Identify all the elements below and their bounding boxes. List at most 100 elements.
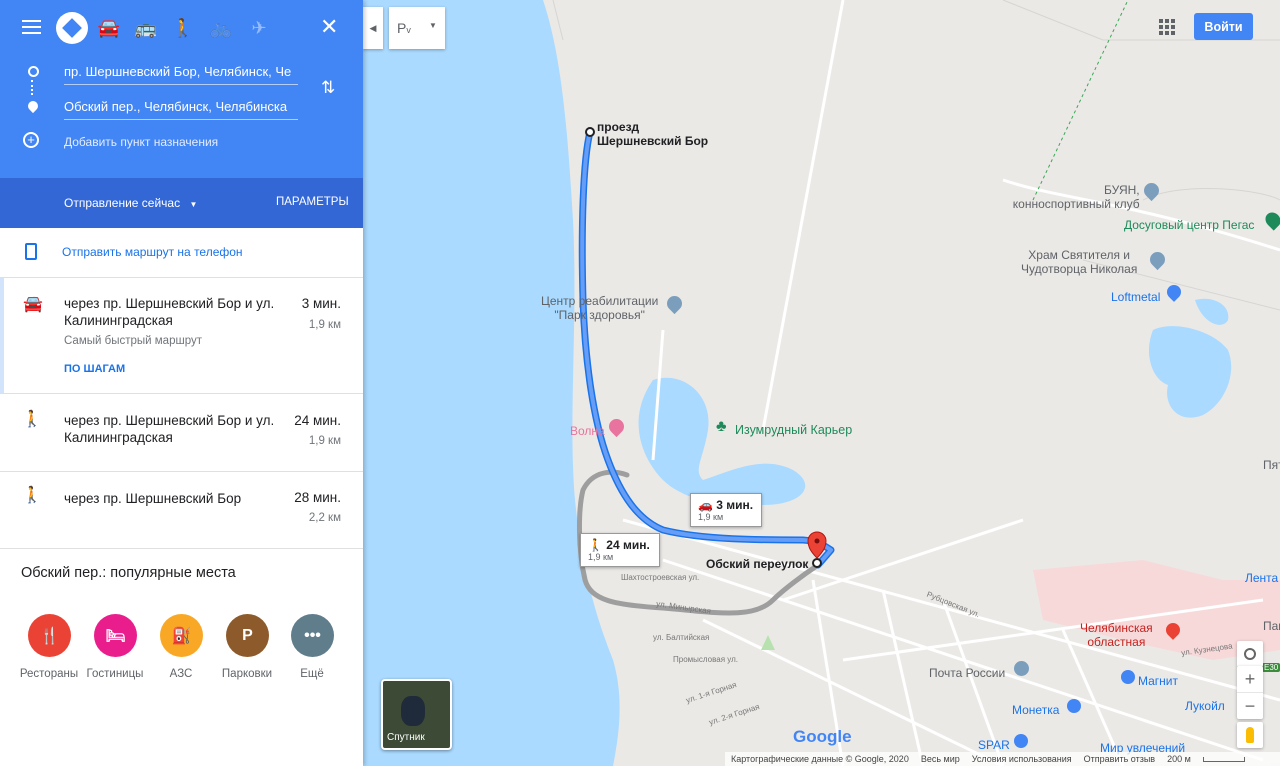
route-time: 28 мин. bbox=[294, 490, 341, 505]
restaurants-button[interactable]: 🍴 bbox=[28, 614, 71, 657]
map-canvas[interactable]: проезд Шершневский Бор Обский переулок Б… bbox=[363, 0, 1280, 766]
airplane-icon: ✈ bbox=[251, 18, 267, 38]
tree-icon: ♣ bbox=[716, 418, 727, 435]
steps-link[interactable]: ПО ШАГАМ bbox=[64, 363, 125, 375]
satellite-toggle[interactable]: Спутник bbox=[381, 679, 452, 750]
route-distance: 1,9 км bbox=[308, 319, 341, 331]
add-destination-link[interactable]: Добавить пункт назначения bbox=[64, 135, 218, 149]
poi-spar[interactable]: SPAR bbox=[978, 738, 1010, 752]
options-bar: Отправление сейчас ▼ ПАРАМЕТРЫ bbox=[0, 178, 363, 228]
poi-loftmetal[interactable]: Loftmetal bbox=[1111, 290, 1160, 304]
chevron-left-icon: ◀ bbox=[369, 22, 377, 33]
walk-route-callout[interactable]: 🚶 24 мин. 1,9 км bbox=[580, 533, 660, 567]
moneta-icon bbox=[1067, 699, 1081, 713]
origin-marker bbox=[585, 127, 595, 137]
map-graphics bbox=[363, 0, 1280, 766]
chevron-down-icon: ▼ bbox=[429, 21, 437, 30]
route-note: Самый быстрый маршрут bbox=[64, 335, 202, 347]
send-to-phone-row[interactable]: Отправить маршрут на телефон bbox=[0, 228, 363, 278]
hotels-button[interactable]: 🛏 bbox=[94, 614, 137, 657]
send-to-phone-label: Отправить маршрут на телефон bbox=[62, 245, 243, 259]
more-dots-icon: ••• bbox=[304, 626, 321, 644]
collapse-panel-button[interactable]: ◀ bbox=[363, 7, 383, 49]
menu-icon bbox=[22, 20, 41, 34]
destination-dot bbox=[812, 558, 822, 568]
bicycle-icon: 🚲 bbox=[209, 18, 233, 38]
zoom-out-button[interactable]: − bbox=[1237, 693, 1263, 719]
mode-flight-button[interactable]: ✈ bbox=[243, 12, 275, 44]
my-location-button[interactable] bbox=[1237, 641, 1263, 667]
signin-button[interactable]: Войти bbox=[1194, 13, 1253, 40]
street-label: Шахтостроевская ул. bbox=[621, 573, 700, 582]
scale-label[interactable]: 200 м bbox=[1167, 754, 1191, 764]
poi-magnit[interactable]: Магнит bbox=[1138, 674, 1178, 688]
swap-icon: ⇅ bbox=[321, 78, 336, 97]
options-button[interactable]: ПАРАМЕТРЫ bbox=[276, 196, 349, 208]
fork-knife-icon: 🍴 bbox=[39, 627, 60, 645]
mode-cycling-button[interactable]: 🚲 bbox=[205, 12, 237, 44]
gas-stations-button[interactable]: ⛽ bbox=[160, 614, 203, 657]
route-option-walk-alt[interactable]: 🚶 через пр. Шершневский Бор 28 мин. 2,2 … bbox=[0, 472, 363, 549]
poi-rehab[interactable]: Центр реабилитации "Парк здоровья" bbox=[541, 294, 658, 322]
route-time: 3 мин. bbox=[301, 296, 341, 311]
category-label: Ещё bbox=[300, 668, 324, 680]
satellite-label: Спутник bbox=[387, 732, 425, 743]
poi-buyan[interactable]: БУЯН, конноспортивный клуб bbox=[1004, 183, 1140, 211]
poi-moneta[interactable]: Монетка bbox=[1012, 703, 1059, 717]
mode-driving-button[interactable]: 🚘 bbox=[93, 12, 125, 44]
street-label: ул. Балтийская bbox=[653, 633, 710, 642]
more-button[interactable]: ••• bbox=[291, 614, 334, 657]
lake-quarry bbox=[638, 377, 806, 506]
origin-input[interactable]: пр. Шершневский Бор, Челябинск, Че bbox=[64, 62, 298, 85]
poi-pam: Пам bbox=[1263, 619, 1280, 633]
directions-icon bbox=[62, 18, 82, 38]
feedback-link[interactable]: Отправить отзыв bbox=[1084, 754, 1155, 764]
route-option-walk[interactable]: 🚶 через пр. Шершневский Бор и ул. Калини… bbox=[0, 395, 363, 472]
poi-lenta[interactable]: Лента bbox=[1245, 571, 1278, 585]
highway-shield: E30 bbox=[1262, 663, 1280, 672]
zoom-controls: + − bbox=[1237, 666, 1263, 719]
pegman-icon bbox=[1246, 727, 1254, 743]
close-button[interactable]: ✕ bbox=[320, 16, 338, 38]
swap-button[interactable]: ⇅ bbox=[321, 78, 335, 98]
destination-label: Обский переулок bbox=[706, 557, 809, 571]
poi-pegas[interactable]: Досуговый центр Пегас bbox=[1124, 218, 1254, 232]
location-icon bbox=[1244, 648, 1256, 660]
car-icon: 🚗 bbox=[698, 498, 713, 512]
poi-post[interactable]: Почта России bbox=[929, 666, 1005, 680]
car-route-callout[interactable]: 🚗 3 мин. 1,9 км bbox=[690, 493, 762, 527]
route-option-car[interactable]: 🚘 через пр. Шершневский Бор и ул. Калини… bbox=[0, 278, 363, 394]
street-label: Промысловая ул. bbox=[673, 655, 738, 664]
destination-input[interactable]: Обский пер., Челябинск, Челябинска bbox=[64, 97, 298, 120]
parking-button[interactable]: P bbox=[226, 614, 269, 657]
depart-time-dropdown[interactable]: Отправление сейчас ▼ bbox=[64, 196, 197, 210]
layer-menu[interactable]: Pv ▼ bbox=[389, 7, 445, 49]
power-line bbox=[1032, 0, 1129, 201]
route-distance: 1,9 км bbox=[308, 435, 341, 447]
mode-walking-button[interactable]: 🚶 bbox=[167, 12, 199, 44]
route-distance: 2,2 км bbox=[308, 512, 341, 524]
poi-izumrud[interactable]: Изумрудный Карьер bbox=[735, 423, 852, 437]
apps-grid-icon[interactable] bbox=[1159, 19, 1175, 35]
directions-header: 🚘 🚌 🚶 🚲 ✈ ✕ пр. Шершневский Бор, Челябин… bbox=[0, 0, 363, 178]
car-icon: 🚘 bbox=[23, 296, 43, 313]
copyright-text: Картографические данные © Google, 2020 bbox=[731, 754, 909, 764]
route-dots-icon bbox=[31, 80, 35, 95]
poi-volna[interactable]: Волна bbox=[570, 424, 605, 438]
car-icon: 🚘 bbox=[97, 18, 121, 38]
poi-church[interactable]: Храм Святителя и Чудотворца Николая bbox=[1021, 248, 1137, 276]
mode-transit-button[interactable]: 🚌 bbox=[130, 12, 162, 44]
bed-icon: 🛏 bbox=[105, 627, 126, 645]
poi-lukoil[interactable]: Лукойл bbox=[1185, 699, 1225, 713]
send-to-phone-icon bbox=[25, 243, 37, 260]
poi-hospital[interactable]: Челябинская областная bbox=[1080, 621, 1153, 649]
world-link[interactable]: Весь мир bbox=[921, 754, 960, 764]
zoom-in-button[interactable]: + bbox=[1237, 666, 1263, 693]
pegman-button[interactable] bbox=[1237, 722, 1263, 748]
menu-button[interactable] bbox=[22, 20, 41, 34]
add-circle-icon[interactable]: + bbox=[23, 132, 39, 148]
mode-best-button[interactable] bbox=[56, 12, 88, 44]
terms-link[interactable]: Условия использования bbox=[972, 754, 1072, 764]
route-time: 24 мин. bbox=[294, 413, 341, 428]
caret-down-icon: ▼ bbox=[189, 200, 198, 209]
